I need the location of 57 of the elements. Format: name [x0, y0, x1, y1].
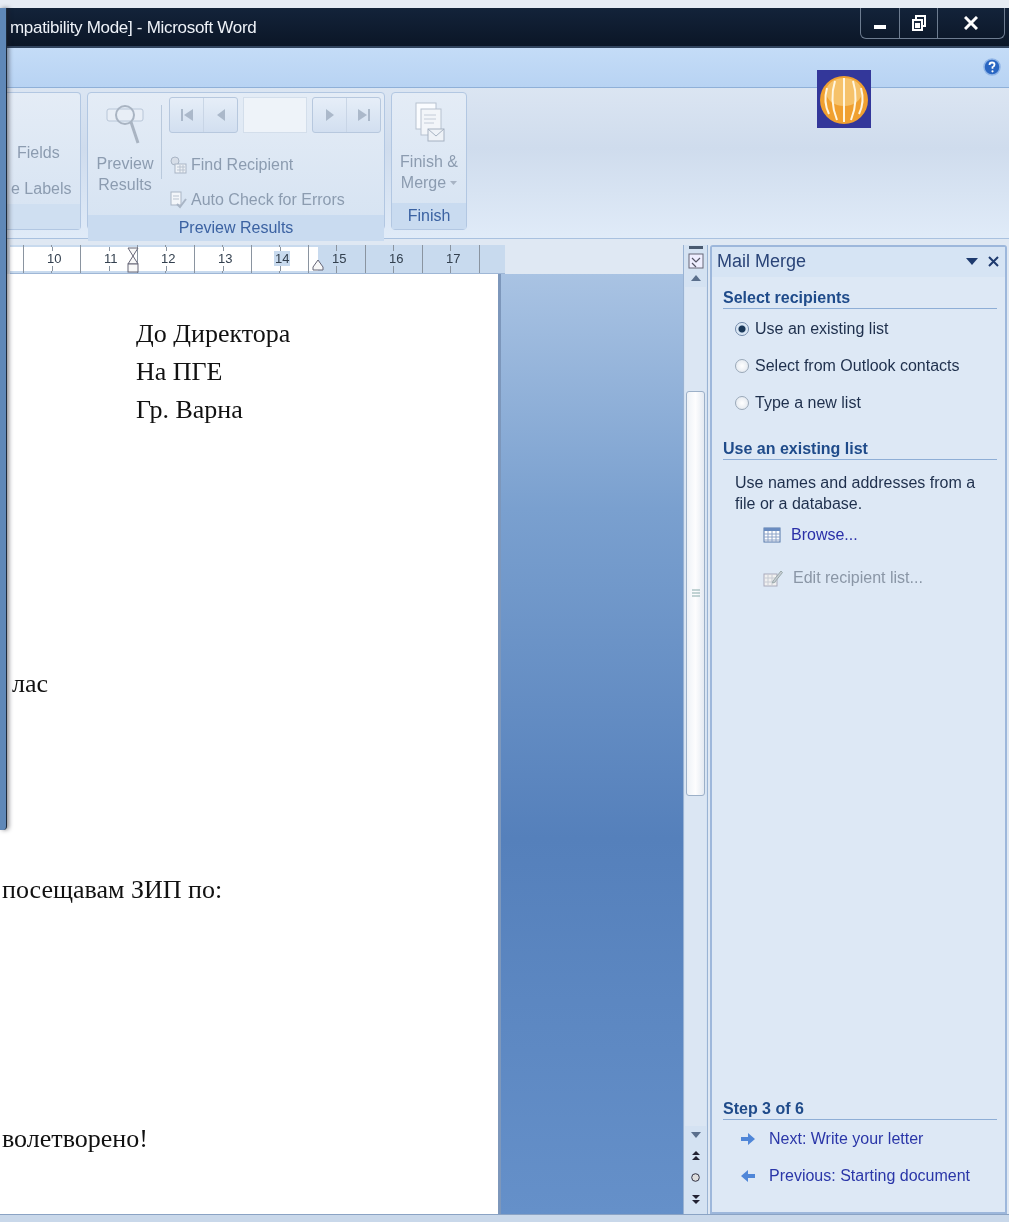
link[interactable]: Previous: Starting document	[769, 1166, 970, 1185]
double-down-arrow-icon	[691, 1194, 700, 1204]
window-title: mpatibility Mode] - Microsoft Word	[9, 16, 257, 38]
address-book-icon	[169, 156, 187, 174]
up-arrow-icon	[690, 274, 701, 281]
paragraph: На ПГЕ	[136, 355, 223, 388]
circle-icon	[691, 1172, 700, 1182]
ruler-number: 17	[445, 250, 462, 266]
group-label: Preview Results	[88, 214, 384, 241]
close-icon	[988, 256, 999, 268]
ruler-number: 15	[331, 250, 348, 266]
radio-option[interactable]: Use an existing list	[735, 310, 997, 348]
minimize-icon	[874, 24, 886, 29]
paragraph: лас	[12, 667, 49, 700]
first-record-icon	[179, 106, 194, 123]
restore-icon	[911, 14, 926, 31]
radio-button[interactable]	[735, 322, 749, 337]
right-arrow-icon	[741, 1132, 755, 1145]
paragraph: посещавам ЗИП по:	[2, 873, 223, 906]
dropdown-arrow-icon	[450, 180, 458, 186]
section-heading: Step 3 of 6	[723, 1100, 997, 1121]
check-document-icon	[169, 191, 187, 209]
paragraph: волетворено!	[2, 1122, 148, 1155]
edit-table-icon	[763, 568, 783, 589]
description-text: Use names and addresses from a file or a database.	[735, 472, 977, 514]
section-heading: Select recipients	[723, 288, 997, 309]
section-heading: Use an existing list	[723, 439, 997, 460]
double-up-arrow-icon	[691, 1150, 700, 1160]
group-label: Finish	[392, 202, 466, 229]
ruler-toggle-icon	[687, 252, 704, 269]
help-button[interactable]	[983, 58, 1001, 77]
dropdown-arrow-icon	[966, 257, 978, 266]
radio-option[interactable]: Type a new list	[735, 384, 997, 422]
radio-option[interactable]: Select from Outlook contacts	[735, 347, 997, 385]
radio-button[interactable]	[735, 396, 749, 411]
right-indent-marker-icon	[312, 258, 324, 271]
help-icon	[983, 58, 1001, 77]
pane-menu-button[interactable]	[966, 257, 978, 266]
logo-icon	[817, 69, 871, 128]
grip-icon	[691, 589, 700, 598]
left-arrow-icon	[741, 1169, 755, 1182]
pane-title: Mail Merge	[717, 251, 808, 273]
ruler-number: 16	[388, 250, 405, 266]
paragraph: Гр. Варна	[136, 393, 243, 426]
down-arrow-icon	[690, 1132, 701, 1139]
close-button[interactable]	[988, 256, 999, 268]
radio-button[interactable]	[735, 359, 749, 374]
ruler[interactable]: 10 11 12 13 14 15 16 17	[10, 244, 505, 274]
table-icon	[763, 526, 781, 545]
scroll-thumb[interactable]	[686, 390, 705, 796]
view-ruler-button[interactable]	[687, 252, 704, 269]
split-box[interactable]	[688, 245, 703, 249]
paragraph: До Директора	[136, 317, 291, 350]
close-icon	[964, 15, 978, 30]
last-record-icon	[356, 106, 371, 123]
link[interactable]: Next: Write your letter	[769, 1129, 924, 1148]
link[interactable]: Browse...	[791, 526, 858, 545]
